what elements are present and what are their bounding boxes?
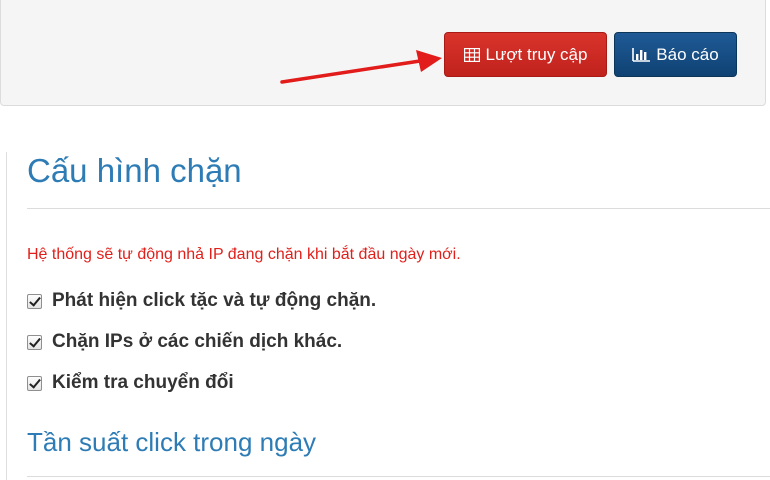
report-button[interactable]: Báo cáo bbox=[614, 32, 737, 77]
checkbox-block-ips[interactable] bbox=[27, 334, 42, 350]
report-button-label: Báo cáo bbox=[656, 44, 719, 64]
visits-button-label: Lượt truy cập bbox=[485, 44, 588, 64]
release-notice: Hệ thống sẽ tự động nhả IP đang chặn khi… bbox=[27, 246, 461, 263]
content-left-border bbox=[6, 152, 7, 480]
option-detect-click-fraud[interactable]: Phát hiện click tặc và tự động chặn. bbox=[27, 290, 376, 312]
checkbox-detect-click-fraud[interactable] bbox=[27, 293, 42, 309]
divider bbox=[27, 476, 770, 477]
frequency-title: Tần suất click trong ngày bbox=[27, 427, 317, 457]
option-label: Kiểm tra chuyển đổi bbox=[52, 372, 234, 393]
option-label: Phát hiện click tặc và tự động chặn. bbox=[52, 290, 377, 311]
option-label: Chặn IPs ở các chiến dịch khác. bbox=[52, 331, 343, 352]
divider bbox=[27, 208, 770, 209]
option-check-conversions[interactable]: Kiểm tra chuyển đổi bbox=[27, 372, 234, 394]
option-block-ips-other-campaigns[interactable]: Chặn IPs ở các chiến dịch khác. bbox=[27, 331, 342, 353]
bar-chart-icon bbox=[632, 47, 651, 62]
checkbox-check-conversions[interactable] bbox=[27, 375, 42, 391]
red-arrow-icon bbox=[280, 50, 442, 84]
visits-button[interactable]: Lượt truy cập bbox=[444, 32, 607, 77]
table-icon bbox=[463, 47, 480, 62]
section-title: Cấu hình chặn bbox=[27, 152, 242, 189]
